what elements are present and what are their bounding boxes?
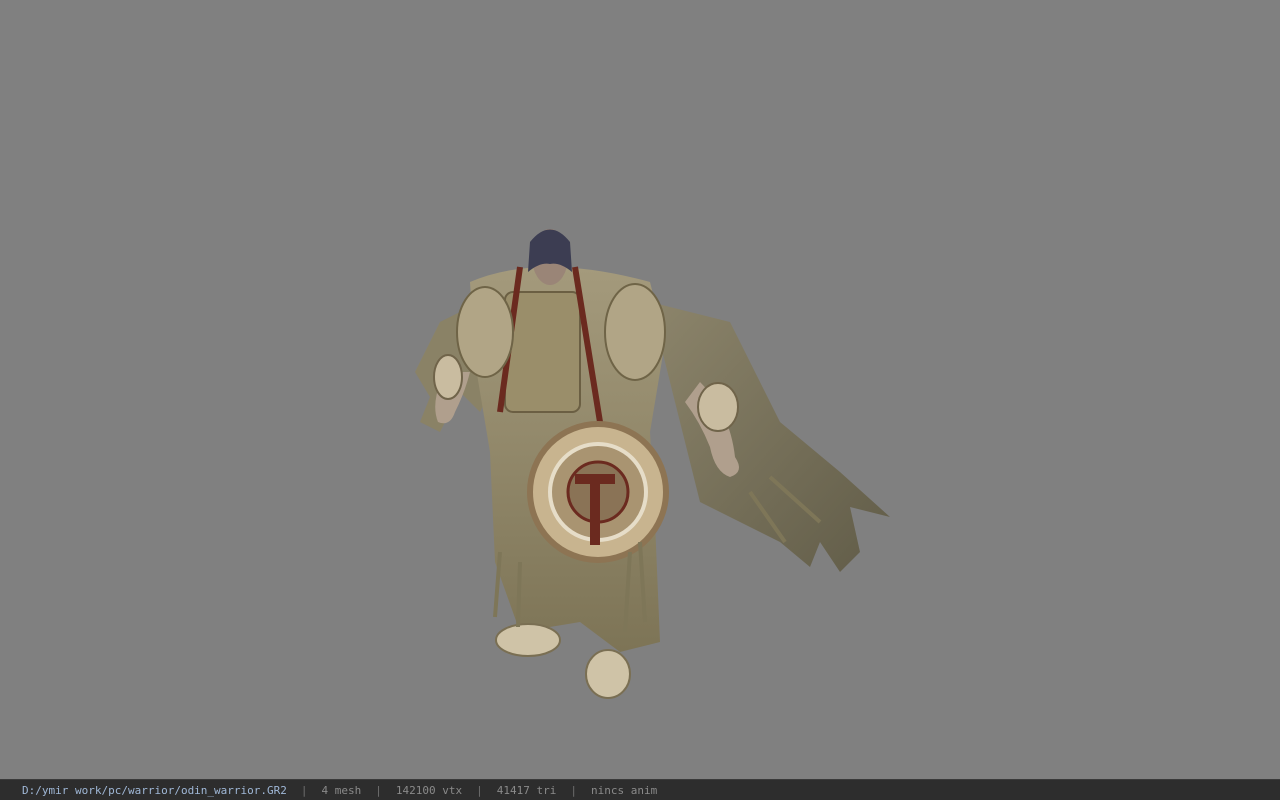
3d-viewport[interactable] [0, 0, 1280, 779]
separator: | [375, 783, 382, 797]
vertex-count: 142100 vtx [395, 783, 463, 797]
file-path: D:/ymir work/pc/warrior/odin_warrior.GR2 [22, 783, 287, 797]
bracer-right [697, 382, 739, 432]
separator: | [300, 783, 308, 797]
bracer-left [433, 354, 463, 400]
shoulder-right [604, 283, 666, 381]
shoulder-left [456, 286, 514, 378]
boot-right [585, 649, 631, 699]
warrior-model [415, 229, 890, 699]
animation-status: nincs anim [591, 783, 658, 797]
status-bar: D:/ymir work/pc/warrior/odin_warrior.GR2… [0, 779, 1280, 800]
separator: | [570, 783, 577, 797]
cape-right [650, 302, 890, 572]
mesh-count: 4 mesh [321, 783, 362, 797]
separator: | [476, 783, 483, 797]
boot-left [495, 623, 561, 657]
triangle-count: 41417 tri [496, 783, 557, 797]
